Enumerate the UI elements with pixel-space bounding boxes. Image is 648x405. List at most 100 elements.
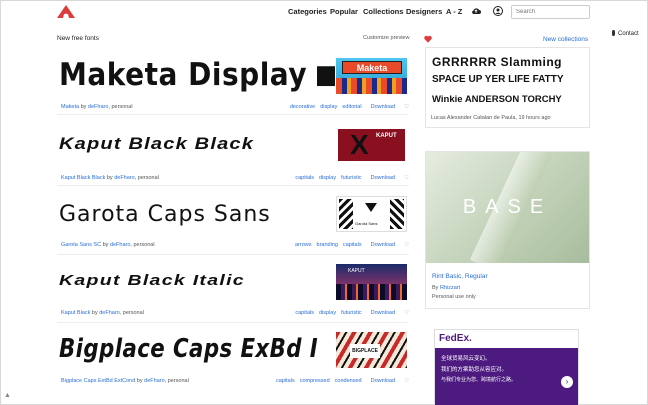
heart-outline-icon[interactable]: ♡ [404, 242, 409, 248]
font-row: Bigplace Caps ExBd I BIGPLACE Bigplace C… [57, 328, 409, 388]
font-name-link[interactable]: Maketa [61, 104, 79, 110]
font-meta: Bigplace Caps ExtBd ExtCond by deFharo, … [61, 378, 189, 384]
tag-link[interactable]: capitals [343, 242, 362, 248]
tag-link[interactable]: branding [317, 242, 338, 248]
license-label: personal [133, 242, 155, 248]
heart-outline-icon[interactable]: ♡ [404, 310, 409, 316]
font-tags: arrows branding capitals Download ♡ [290, 242, 409, 248]
font-thumbnail[interactable]: KAPUT [336, 264, 407, 300]
contact-label: Contact [618, 31, 639, 37]
cloud-upload-icon[interactable] [471, 6, 481, 16]
arrow-glyph-icon [317, 66, 336, 87]
designer-link[interactable]: deFharo [144, 378, 165, 384]
by-label: by [106, 175, 113, 181]
download-link[interactable]: Download [371, 104, 395, 110]
tag-link[interactable]: futuristic [341, 175, 361, 181]
nav-designers[interactable]: Designers [406, 7, 442, 16]
font-tags: capitals display futuristic Download ♡ [290, 175, 409, 181]
user-account-icon[interactable] [493, 6, 503, 16]
row-divider [57, 254, 409, 255]
heart-outline-icon[interactable]: ♡ [404, 104, 409, 110]
tag-link[interactable]: display [319, 310, 336, 316]
tag-link[interactable]: capitals [276, 378, 295, 384]
license-label: personal [167, 378, 189, 384]
heart-outline-icon[interactable]: ♡ [404, 378, 409, 384]
ad-header: FedEx. [435, 330, 578, 348]
font-tags: capitals compressed condensed Download ♡ [271, 378, 409, 384]
license-label: personal [111, 104, 133, 110]
ad-line: 与我们专业为您、跨境航行之路。 [441, 377, 517, 383]
advertisement[interactable]: FedEx. 全球货易风云变幻。 我们的方案助您从容应对。 与我们专业为您、跨境… [434, 329, 579, 405]
designer-link[interactable]: Rhizzart [440, 285, 460, 291]
featured-font-title[interactable]: Rint Basic, Regular [432, 273, 488, 280]
download-link[interactable]: Download [371, 175, 395, 181]
ad-line: 全球货易风云变幻。 [441, 356, 491, 362]
by-label: by [102, 242, 109, 248]
customize-preview-button[interactable]: Customize preview [363, 35, 409, 41]
site-logo-icon[interactable] [57, 5, 75, 18]
city-skyline-graphic [336, 284, 407, 300]
font-thumbnail[interactable]: BIGPLACE [336, 332, 407, 368]
tag-link[interactable]: display [319, 175, 336, 181]
download-link[interactable]: Download [371, 242, 395, 248]
featured-font-card[interactable]: BASE Rint Basic, Regular By Rhizzart Per… [425, 151, 590, 309]
collection-sample-line: GRRRRRR Slamming [432, 55, 563, 69]
thumbnail-x-graphic: X [350, 129, 369, 160]
new-collections-link[interactable]: New collections [543, 36, 588, 43]
font-sample-text[interactable]: Kaput Black Black [59, 134, 254, 154]
nav-popular[interactable]: Popular [330, 7, 358, 16]
thumbnail-pattern-right [390, 199, 404, 229]
heart-outline-icon[interactable]: ♡ [404, 175, 409, 181]
font-sample-text[interactable]: Maketa Display [59, 56, 336, 93]
tag-link[interactable]: editorial [342, 104, 361, 110]
tag-link[interactable]: arrows [295, 242, 312, 248]
font-meta: Maketa by deFharo, personal [61, 104, 133, 110]
font-tags: capitals display futuristic Download ♡ [290, 310, 409, 316]
search-input[interactable] [511, 5, 590, 19]
license-label: personal [137, 175, 159, 181]
tag-link[interactable]: decorative [290, 104, 315, 110]
heart-filled-icon[interactable] [424, 35, 432, 43]
font-thumbnail[interactable]: Maketa [336, 58, 407, 94]
featured-image[interactable]: BASE [426, 152, 589, 263]
font-name-link[interactable]: Kaput Black [61, 310, 90, 316]
nav-a-z[interactable]: A - Z [446, 7, 462, 16]
top-header: Categories Popular Collections Designers… [0, 0, 648, 25]
ad-arrow-icon[interactable]: › [561, 376, 573, 388]
city-skyline-graphic [336, 78, 407, 94]
designer-link[interactable]: deFharo [114, 175, 135, 181]
font-sample-text[interactable]: Kaput Black Italic [59, 272, 245, 289]
font-tags: decorative display editorial Download ♡ [285, 104, 409, 110]
designer-link[interactable]: deFharo [110, 242, 131, 248]
font-name-link[interactable]: Bigplace Caps ExtBd ExtCond [61, 378, 135, 384]
tag-link[interactable]: condensed [335, 378, 362, 384]
scroll-top-icon[interactable]: ▲ [4, 392, 11, 399]
thumbnail-arrow-graphic [365, 203, 377, 212]
tag-link[interactable]: futuristic [341, 310, 361, 316]
tag-link[interactable]: capitals [295, 175, 314, 181]
ad-brand: FedEx. [439, 333, 472, 344]
contact-button[interactable]: Contact [612, 30, 639, 37]
download-link[interactable]: Download [371, 378, 395, 384]
nav-collections[interactable]: Collections [363, 7, 403, 16]
tag-link[interactable]: display [320, 104, 337, 110]
font-thumbnail[interactable]: X KAPUT [336, 127, 407, 163]
collection-card[interactable]: GRRRRRR Slamming SPACE UP YER LIFE FATTY… [425, 47, 590, 128]
font-sample-text[interactable]: Garota Caps Sans [59, 202, 271, 227]
font-row: Kaput Black Italic KAPUT Kaput Black by … [57, 262, 409, 323]
font-meta: Kaput Black Black by deFharo, personal [61, 175, 159, 181]
nav-categories[interactable]: Categories [288, 7, 327, 16]
collection-caption: Lucas Alexander Catalan de Paula, 19 hou… [431, 115, 551, 121]
ad-body: 全球货易风云变幻。 我们的方案助您从容应对。 与我们专业为您、跨境航行之路。 › [435, 348, 578, 405]
font-name-link[interactable]: Garota Sans SC [61, 242, 101, 248]
tag-link[interactable]: capitals [295, 310, 314, 316]
designer-link[interactable]: deFharo [88, 104, 109, 110]
font-sample-text[interactable]: Bigplace Caps ExBd I [59, 334, 318, 364]
download-link[interactable]: Download [371, 310, 395, 316]
designer-link[interactable]: deFharo [99, 310, 120, 316]
tag-link[interactable]: compressed [300, 378, 330, 384]
font-meta: Garota Sans SC by deFharo, personal [61, 242, 155, 248]
font-thumbnail[interactable]: Garota Sans [336, 196, 407, 232]
font-name-link[interactable]: Kaput Black Black [61, 175, 105, 181]
thumbnail-label: Garota Sans [355, 221, 378, 226]
